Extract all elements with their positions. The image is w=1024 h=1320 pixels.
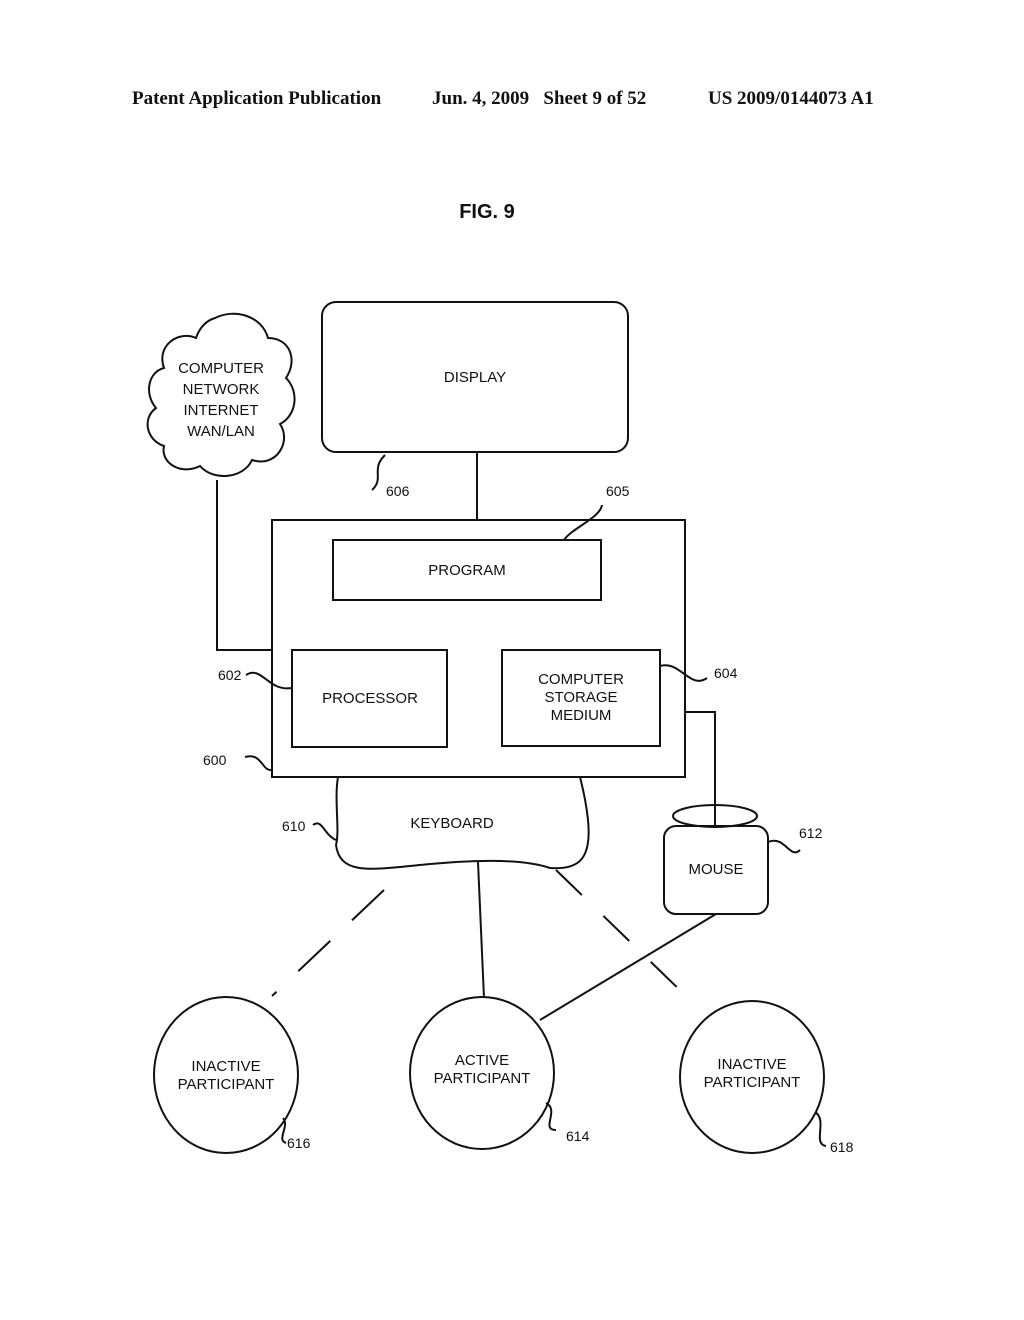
processor-box: PROCESSOR: [291, 649, 448, 748]
link-inactive-left: [271, 889, 385, 997]
ref-610: 610: [282, 818, 306, 834]
svg-text:INACTIVE: INACTIVE: [717, 1056, 786, 1073]
link-mouse-active: [539, 913, 717, 1021]
storage-label-2: STORAGE: [544, 689, 617, 706]
network-label-2: NETWORK: [183, 381, 260, 398]
svg-text:INACTIVE: INACTIVE: [191, 1058, 260, 1075]
leader-612: [767, 839, 801, 854]
network-label-4: WAN/LAN: [187, 423, 255, 440]
ref-605: 605: [606, 483, 630, 499]
svg-text:PARTICIPANT: PARTICIPANT: [434, 1070, 531, 1087]
ref-606: 606: [386, 483, 410, 499]
ref-618: 618: [830, 1139, 854, 1155]
participant-active: ACTIVE PARTICIPANT: [409, 996, 555, 1150]
leader-610: [312, 822, 337, 841]
link-inactive-right: [555, 869, 687, 997]
ref-612: 612: [799, 825, 823, 841]
storage-label-3: MEDIUM: [551, 707, 612, 724]
display-label: DISPLAY: [444, 369, 506, 386]
ref-616: 616: [287, 1135, 311, 1151]
display-box: DISPLAY: [321, 301, 629, 453]
ref-614: 614: [566, 1128, 590, 1144]
svg-text:PARTICIPANT: PARTICIPANT: [178, 1076, 275, 1093]
network-cloud: COMPUTER NETWORK INTERNET WAN/LAN: [146, 312, 296, 478]
processor-label: PROCESSOR: [322, 690, 418, 707]
network-label-3: INTERNET: [184, 402, 259, 419]
program-box: PROGRAM: [332, 539, 602, 601]
mouse-cable: [685, 711, 716, 826]
leader-605: [563, 504, 603, 541]
network-connection: [216, 480, 272, 651]
mouse-label: MOUSE: [688, 861, 743, 878]
svg-text:ACTIVE: ACTIVE: [455, 1052, 509, 1069]
link-active: [477, 861, 485, 999]
network-label-1: COMPUTER: [178, 360, 264, 377]
leader-602: [245, 671, 293, 690]
fig9-diagram: FIG. 9 COMPUTER NETWORK INTERNET WAN/LAN…: [146, 201, 854, 1155]
participant-inactive-right: INACTIVE PARTICIPANT: [679, 1000, 825, 1154]
figure-title: FIG. 9: [459, 201, 515, 223]
leader-604: [659, 664, 708, 682]
leader-606: [371, 454, 386, 491]
storage-box: COMPUTER STORAGE MEDIUM: [501, 649, 661, 747]
leader-600: [244, 755, 273, 772]
leader-618: [814, 1111, 827, 1147]
keyboard-shape: KEYBOARD: [334, 776, 590, 870]
keyboard-label: KEYBOARD: [410, 815, 494, 832]
participant-inactive-left: INACTIVE PARTICIPANT: [153, 996, 299, 1154]
ref-600: 600: [203, 752, 227, 768]
svg-text:PARTICIPANT: PARTICIPANT: [704, 1074, 801, 1091]
program-label: PROGRAM: [428, 562, 506, 579]
ref-604: 604: [714, 665, 738, 681]
ref-602: 602: [218, 667, 242, 683]
storage-label-1: COMPUTER: [538, 671, 624, 688]
